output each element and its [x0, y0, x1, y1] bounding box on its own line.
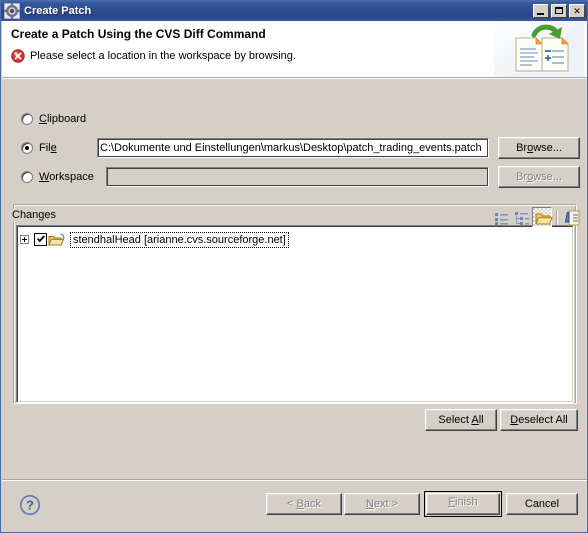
tree-row[interactable]: stendhalHead [arianne.cvs.sourceforge.ne…	[17, 231, 289, 248]
browse-file-button[interactable]: Browse...	[498, 137, 580, 159]
window-title: Create Patch	[24, 5, 92, 17]
minimize-button[interactable]	[533, 4, 549, 18]
caption-buttons: ✕	[533, 4, 585, 18]
check-icon	[37, 235, 45, 243]
status-message: Please select a location in the workspac…	[30, 50, 296, 62]
help-question-icon[interactable]: ?	[19, 494, 41, 516]
radio-workspace[interactable]: Workspace	[21, 168, 94, 186]
toolbar-separator	[556, 209, 558, 225]
changes-group-title: Changes	[9, 209, 60, 221]
changes-tree[interactable]: stendhalHead [arianne.cvs.sourceforge.ne…	[16, 225, 574, 403]
radio-label-workspace: Workspace	[39, 171, 94, 183]
radio-label-clipboard: Clipboard	[39, 113, 87, 125]
changes-toolbar	[490, 207, 582, 227]
flat-layout-icon[interactable]	[490, 207, 510, 227]
tree-layout-icon[interactable]	[511, 207, 531, 227]
radio-file[interactable]: File	[21, 139, 57, 157]
title-bar: Create Patch ✕	[1, 1, 587, 21]
expand-icon[interactable]	[17, 235, 29, 245]
close-icon: ✕	[573, 6, 581, 16]
workspace-path-input[interactable]	[106, 167, 489, 187]
message-row: Please select a location in the workspac…	[11, 49, 296, 63]
svg-text:?: ?	[26, 498, 34, 513]
radio-button-file[interactable]	[21, 142, 33, 154]
maximize-button[interactable]	[551, 4, 567, 18]
change-sets-icon[interactable]	[562, 207, 582, 227]
next-button[interactable]: Next >	[344, 493, 420, 515]
create-patch-dialog: Create Patch ✕ Create a Patch Using the …	[0, 0, 588, 533]
footer-divider	[2, 479, 587, 481]
row-checkbox[interactable]	[34, 233, 47, 246]
cvs-repository-icon	[48, 232, 66, 248]
cancel-button[interactable]: Cancel	[506, 493, 578, 515]
finish-button[interactable]: Finish	[424, 491, 502, 517]
close-button[interactable]: ✕	[569, 4, 585, 18]
tree-row-label: stendhalHead [arianne.cvs.sourceforge.ne…	[70, 231, 289, 248]
select-all-button[interactable]: Select All	[425, 409, 497, 431]
back-button[interactable]: < Back	[266, 493, 342, 515]
patch-documents-icon	[494, 21, 584, 77]
wizard-header: Create a Patch Using the CVS Diff Comman…	[2, 21, 587, 77]
header-divider	[2, 77, 587, 79]
radio-label-file: File	[39, 142, 57, 154]
radio-clipboard[interactable]: Clipboard	[21, 110, 86, 128]
gear-icon	[3, 2, 21, 20]
browse-workspace-button[interactable]: Browse...	[498, 166, 580, 188]
page-title: Create a Patch Using the CVS Diff Comman…	[11, 27, 266, 41]
radio-button-clipboard[interactable]	[21, 113, 33, 125]
radio-button-workspace[interactable]	[21, 171, 33, 183]
file-path-input[interactable]: C:\Dokumente und Einstellungen\markus\De…	[97, 138, 489, 158]
error-icon	[11, 49, 25, 63]
compressed-folders-icon[interactable]	[532, 207, 553, 227]
deselect-all-button[interactable]: Deselect All	[500, 409, 578, 431]
